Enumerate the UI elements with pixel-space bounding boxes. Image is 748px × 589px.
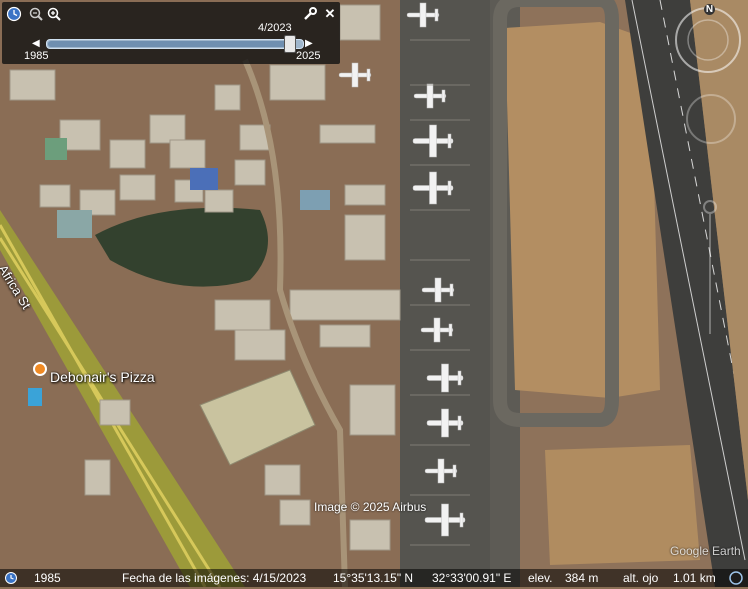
- close-icon[interactable]: ✕: [322, 6, 338, 22]
- step-back-icon[interactable]: ◀: [32, 38, 40, 49]
- elevation-label: elev.: [528, 571, 553, 585]
- look-joystick-icon[interactable]: [686, 94, 736, 144]
- historical-imagery-toolbar: ✕ 4/2023 ◀ ▶ 1985 2025: [2, 2, 340, 64]
- eye-alt-value: 1.01 km: [673, 571, 716, 585]
- timeline-slider[interactable]: [46, 39, 304, 49]
- zoom-in-icon[interactable]: [46, 6, 62, 22]
- timeline-slider-thumb[interactable]: [284, 35, 296, 53]
- poi-pin-icon[interactable]: [33, 362, 47, 376]
- step-forward-icon[interactable]: ▶: [305, 38, 313, 49]
- eye-alt-label: alt. ojo: [623, 571, 659, 585]
- imagery-credit: Image © 2025 Airbus: [314, 500, 427, 514]
- longitude: 32°33'00.91" E: [432, 571, 512, 585]
- historical-imagery-icon[interactable]: [4, 571, 18, 588]
- imagery-date: Fecha de las imágenes: 4/15/2023: [122, 571, 307, 585]
- compass-north-label: N: [704, 4, 715, 15]
- current-date-label: 4/2023: [258, 22, 292, 34]
- poi-label[interactable]: Debonair's Pizza: [50, 369, 155, 385]
- range-end-label: 2025: [296, 50, 321, 62]
- zoom-slider[interactable]: [703, 200, 717, 340]
- latitude: 15°35'13.15" N: [333, 571, 414, 585]
- elevation-value: 384 m: [565, 571, 599, 585]
- wrench-icon[interactable]: [302, 6, 318, 22]
- range-start-label: 1985: [24, 50, 49, 62]
- status-bar: 1985 Fecha de las imágenes: 4/15/2023 15…: [0, 569, 748, 587]
- timeline-slider-fill: [48, 41, 289, 47]
- zoom-out-icon[interactable]: [28, 6, 44, 22]
- streaming-icon: [728, 570, 744, 589]
- historical-year: 1985: [34, 571, 61, 585]
- satellite-map[interactable]: [0, 0, 748, 587]
- navigation-compass[interactable]: N: [672, 4, 744, 76]
- clock-icon[interactable]: [6, 6, 22, 22]
- google-earth-logo: Google Earth: [670, 544, 741, 558]
